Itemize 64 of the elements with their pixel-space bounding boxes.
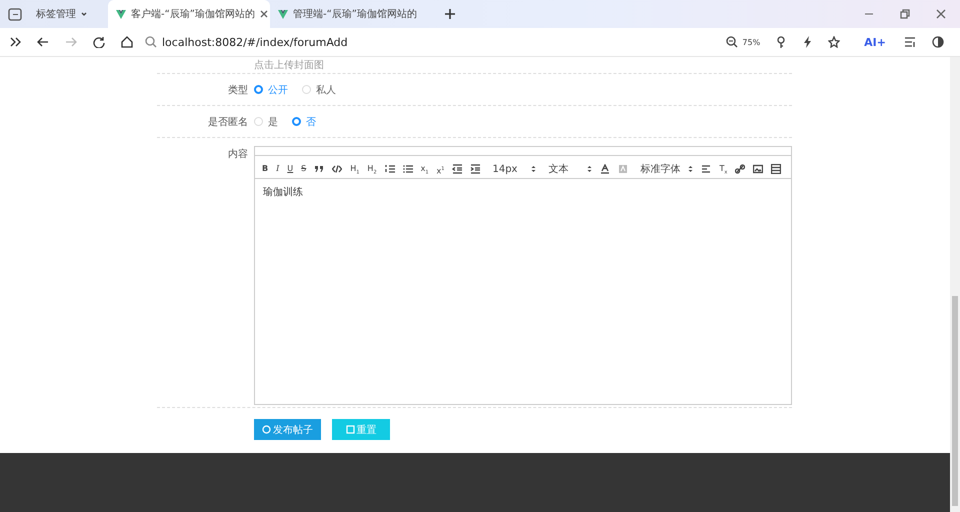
toolbar-dropdown[interactable]: 14px <box>488 164 536 174</box>
field-label: 内容 <box>227 148 249 161</box>
back-arrow-icon[interactable] <box>37 36 49 48</box>
format-button[interactable]: T$_{x}$ <box>719 164 728 174</box>
contrast-icon[interactable] <box>932 36 944 48</box>
toolbar-dropdown[interactable]: 标准字体 <box>636 162 694 176</box>
caret-icon <box>81 11 87 17</box>
radio-option[interactable]: 私人 <box>302 82 336 96</box>
format-button[interactable]: x$_{1}$ <box>420 164 429 174</box>
text-color-icon[interactable] <box>600 164 610 174</box>
home-icon[interactable] <box>121 36 133 48</box>
video-icon[interactable] <box>771 164 782 174</box>
bullet-list-icon[interactable] <box>402 164 413 174</box>
scrollbar-thumb[interactable] <box>952 296 958 506</box>
v-logo-icon <box>116 9 126 19</box>
updown-caret-icon <box>531 165 536 173</box>
button-icon <box>262 425 271 434</box>
restore-icon[interactable] <box>900 9 910 19</box>
radio-button[interactable] <box>292 117 301 126</box>
plus-icon[interactable] <box>444 8 456 20</box>
close-icon[interactable] <box>936 9 946 19</box>
list-icon[interactable] <box>904 36 916 48</box>
format-button[interactable]: H$_{1}$ <box>350 164 360 174</box>
link-icon[interactable] <box>735 164 746 174</box>
star-plus-icon[interactable] <box>828 36 840 48</box>
quote-icon[interactable] <box>314 164 324 174</box>
format-button[interactable]: H$_{2}$ <box>367 164 377 174</box>
code-icon[interactable] <box>332 164 342 174</box>
key-icon[interactable] <box>776 36 786 48</box>
align-icon[interactable] <box>701 164 712 174</box>
browser-tab[interactable]: 标签管理 <box>28 0 108 28</box>
format-button[interactable]: I <box>276 164 280 174</box>
field-label: 是否匿名 <box>207 116 249 128</box>
browser-tab[interactable]: 客户端-“辰瑜”瑜伽馆网站的 <box>108 0 270 28</box>
toolbar-dropdown[interactable]: 文本 <box>544 162 592 176</box>
radio-button[interactable] <box>254 85 263 94</box>
chevrons-icon[interactable] <box>10 37 21 47</box>
updown-caret-icon <box>688 165 694 173</box>
reload-icon[interactable] <box>93 36 105 48</box>
format-button[interactable]: x$^{1}$ <box>436 164 444 174</box>
zoom-indicator[interactable]: 75% <box>726 36 760 48</box>
lightning-icon[interactable] <box>802 36 812 48</box>
editor-content[interactable]: 瑜伽训练 <box>255 179 791 404</box>
address-field[interactable]: localhost:8082/#/index/forumAdd <box>145 36 726 48</box>
browser-tab[interactable]: 管理端-“辰瑜”瑜伽馆网站的 <box>270 0 432 28</box>
search-icon <box>145 36 157 48</box>
image-icon[interactable] <box>753 164 764 174</box>
upload-hint: 点击上传封面图 <box>254 58 324 72</box>
format-button[interactable]: S <box>301 164 306 174</box>
format-button[interactable]: U <box>287 164 294 174</box>
format-button[interactable]: B <box>262 164 268 174</box>
ai-button[interactable]: AI+ <box>864 36 886 48</box>
zoom-out-icon <box>726 36 738 48</box>
v-logo-icon <box>278 9 288 19</box>
button-icon <box>346 425 354 434</box>
indent-icon[interactable] <box>470 164 480 174</box>
field-label: 类型 <box>227 84 249 96</box>
numbered-list-icon[interactable] <box>384 164 395 174</box>
close-icon <box>260 10 268 18</box>
outdent-icon[interactable] <box>452 164 462 174</box>
content-text: 瑜伽训练 <box>263 186 304 199</box>
updown-caret-icon <box>587 165 592 173</box>
radio-option[interactable]: 是 <box>254 114 278 128</box>
sidebar-icon[interactable] <box>8 8 22 20</box>
